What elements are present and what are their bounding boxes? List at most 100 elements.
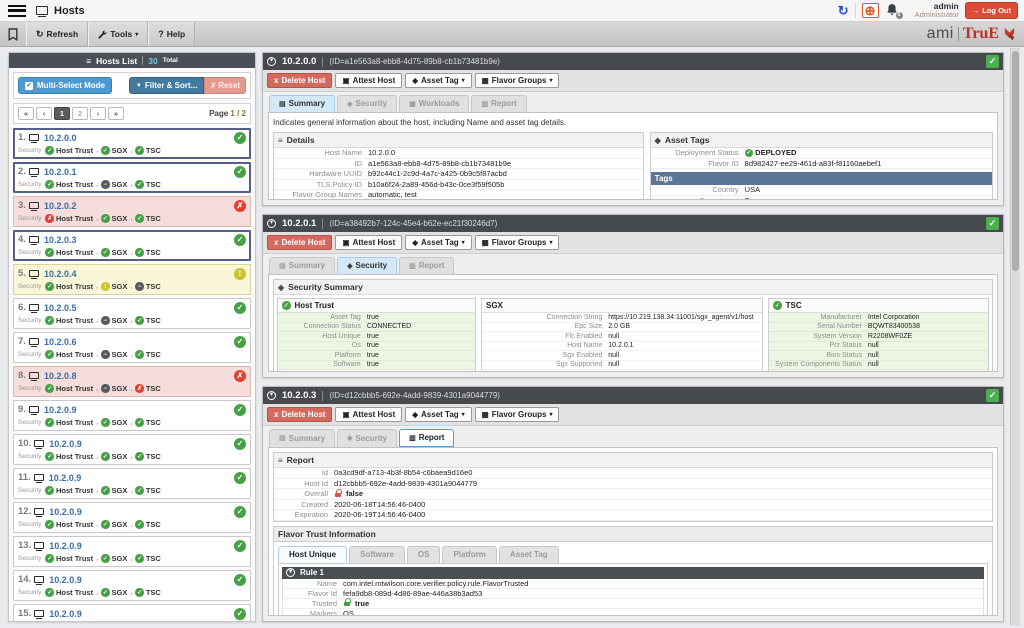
multi-select-mode-button[interactable]: ✓ Multi-Select Mode bbox=[18, 77, 112, 94]
scrollbar-track[interactable] bbox=[1010, 48, 1020, 626]
bookmark-icon[interactable] bbox=[0, 22, 26, 46]
delete-host-button[interactable]: x Delete Host bbox=[267, 235, 332, 250]
field-value: null bbox=[868, 361, 879, 368]
delete-host-button[interactable]: x Delete Host bbox=[267, 407, 332, 422]
host-ip[interactable]: 10.2.0.9 bbox=[49, 575, 82, 585]
scrollbar-thumb[interactable] bbox=[1012, 51, 1019, 271]
asset-tag-button[interactable]: ◆ Asset Tag ▾ bbox=[405, 73, 471, 88]
host-list-item[interactable]: 6.10.2.0.5✓Security✓Host Trust,−SGX,✓TSC bbox=[13, 298, 251, 329]
tools-button[interactable]: Tools ▾ bbox=[88, 22, 148, 46]
refresh-icon[interactable]: ↻ bbox=[836, 3, 856, 18]
refresh-button[interactable]: ↻ Refresh bbox=[26, 22, 88, 46]
field-row: Serial NumberBQWT83400538 bbox=[769, 323, 988, 333]
attest-host-button[interactable]: ▣ Attest Host bbox=[335, 235, 402, 250]
page-2-button[interactable]: 2 bbox=[72, 107, 88, 120]
sgx-label: SGX bbox=[112, 520, 128, 529]
flavor-groups-button[interactable]: ▦ Flavor Groups ▾ bbox=[475, 407, 560, 422]
filter-sort-button[interactable]: ▼ Filter & Sort... bbox=[129, 77, 204, 94]
host-ip[interactable]: 10.2.0.6 bbox=[44, 337, 77, 347]
user-info[interactable]: admin Administrator bbox=[915, 2, 959, 20]
menu-icon[interactable] bbox=[8, 5, 26, 17]
security-icon: ◈ bbox=[347, 262, 352, 270]
host-ip[interactable]: 10.2.0.9 bbox=[44, 405, 77, 415]
next-page-button[interactable]: › bbox=[90, 107, 106, 120]
first-page-button[interactable]: « bbox=[18, 107, 34, 120]
host-ip[interactable]: 10.2.0.9 bbox=[49, 541, 82, 551]
tab-summary[interactable]: ▤Summary bbox=[269, 257, 335, 274]
target-icon[interactable]: ⊕ bbox=[862, 3, 879, 18]
tab-security[interactable]: ◈Security bbox=[337, 429, 397, 447]
host-list-item[interactable]: 2.10.2.0.1✓Security✓Host Trust,−SGX,✓TSC bbox=[13, 162, 251, 193]
collapse-icon[interactable]: ▾ bbox=[267, 219, 276, 228]
host-monitor-icon bbox=[29, 168, 39, 175]
flavor-tab-platform[interactable]: Platform bbox=[442, 546, 496, 563]
separator: , bbox=[130, 283, 132, 290]
help-button[interactable]: ? Help bbox=[148, 22, 195, 46]
host-ip[interactable]: 10.2.0.9 bbox=[49, 507, 82, 517]
delete-host-button[interactable]: x Delete Host bbox=[267, 73, 332, 88]
host-ip[interactable]: 10.2.0.8 bbox=[44, 371, 77, 381]
attest-host-button[interactable]: ▣ Attest Host bbox=[335, 73, 402, 88]
host-ip[interactable]: 10.2.0.9 bbox=[49, 473, 82, 483]
host-list-item[interactable]: 15.10.2.0.9✓Security✓Host Trust,✓SGX,✓TS… bbox=[13, 604, 251, 621]
wrench-icon bbox=[98, 30, 107, 39]
tab-report[interactable]: ▥Report bbox=[399, 429, 454, 447]
notifications-icon[interactable]: 0 bbox=[885, 3, 901, 18]
host-status-badge: ✓ bbox=[234, 404, 246, 416]
prev-page-button[interactable]: ‹ bbox=[36, 107, 52, 120]
host-ip[interactable]: 10.2.0.4 bbox=[44, 269, 77, 279]
collapse-icon[interactable]: ▾ bbox=[267, 391, 276, 400]
flavor-tab-host-unique[interactable]: Host Unique bbox=[278, 546, 347, 563]
flavor-groups-button[interactable]: ▦ Flavor Groups ▾ bbox=[475, 73, 560, 88]
logout-button[interactable]: → Log Out bbox=[965, 2, 1018, 19]
field-value-text: null bbox=[868, 352, 879, 359]
host-list-item[interactable]: 7.10.2.0.6✓Security✓Host Trust,−SGX,✓TSC bbox=[13, 332, 251, 363]
field-label: Flavor ID bbox=[653, 159, 745, 168]
last-page-button[interactable]: » bbox=[108, 107, 124, 120]
tsc-label: TSC bbox=[146, 520, 161, 529]
host-list-item[interactable]: 11.10.2.0.9✓Security✓Host Trust,✓SGX,✓TS… bbox=[13, 468, 251, 499]
host-list-item[interactable]: 13.10.2.0.9✓Security✓Host Trust,✓SGX,✓TS… bbox=[13, 536, 251, 567]
rules-container: ▾ Rule 1 Namecom.intel.mtwilson.core.ver… bbox=[278, 563, 988, 617]
flavor-tab-os[interactable]: OS bbox=[407, 546, 441, 563]
host-ip[interactable]: 10.2.0.2 bbox=[44, 201, 77, 211]
tsc-label: TSC bbox=[146, 316, 161, 325]
host-number: 11. bbox=[18, 472, 31, 483]
tab-workloads[interactable]: ▦Workloads bbox=[399, 95, 469, 112]
header-divider bbox=[142, 56, 143, 65]
host-list-item[interactable]: 4.10.2.0.3✓Security✓Host Trust,✓SGX,✓TSC bbox=[13, 230, 251, 261]
tab-security[interactable]: ◈Security bbox=[337, 257, 397, 274]
brand-ami: ami bbox=[927, 25, 954, 43]
flavor-groups-button[interactable]: ▦ Flavor Groups ▾ bbox=[475, 235, 560, 250]
host-ip[interactable]: 10.2.0.5 bbox=[44, 303, 77, 313]
host-list-item[interactable]: 14.10.2.0.9✓Security✓Host Trust,✓SGX,✓TS… bbox=[13, 570, 251, 601]
flavor-tab-asset-tag[interactable]: Asset Tag bbox=[499, 546, 559, 563]
page-1-button[interactable]: 1 bbox=[54, 107, 70, 120]
host-ip[interactable]: 10.2.0.0 bbox=[44, 133, 77, 143]
host-ip[interactable]: 10.2.0.9 bbox=[49, 609, 82, 619]
host-list-item[interactable]: 5.10.2.0.4!Security✓Host Trust,!SGX,−TSC bbox=[13, 264, 251, 295]
tab-report[interactable]: ▥Report bbox=[471, 95, 526, 112]
rule-1-header[interactable]: ▾ Rule 1 bbox=[282, 567, 984, 579]
asset-tag-button[interactable]: ◆ Asset Tag ▾ bbox=[405, 235, 471, 250]
reset-button[interactable]: ✗ Reset bbox=[204, 77, 246, 94]
host-list-item[interactable]: 9.10.2.0.9✓Security✓Host Trust,✓SGX,✓TSC bbox=[13, 400, 251, 431]
host-list-item[interactable]: 10.10.2.0.9✓Security✓Host Trust,✓SGX,✓TS… bbox=[13, 434, 251, 465]
host-list-item[interactable]: 3.10.2.0.2✗Security✗Host Trust,✓SGX,✓TSC bbox=[13, 196, 251, 227]
tab-summary[interactable]: ▤Summary bbox=[269, 429, 335, 447]
host-ip[interactable]: 10.2.0.9 bbox=[49, 439, 82, 449]
collapse-icon[interactable]: ▾ bbox=[267, 57, 276, 66]
flavor-tab-software[interactable]: Software bbox=[349, 546, 405, 563]
brand-ribbon-icon bbox=[1003, 27, 1016, 41]
host-ip[interactable]: 10.2.0.1 bbox=[44, 167, 77, 177]
host-list-item[interactable]: 1.10.2.0.0✓Security✓Host Trust,✓SGX,✓TSC bbox=[13, 128, 251, 159]
tab-report[interactable]: ▥Report bbox=[399, 257, 454, 274]
host-list-item[interactable]: 8.10.2.0.8✗Security✓Host Trust,−SGX,✗TSC bbox=[13, 366, 251, 397]
host-number: 7. bbox=[18, 336, 26, 347]
attest-host-button[interactable]: ▣ Attest Host bbox=[335, 407, 402, 422]
tab-summary[interactable]: ▤Summary bbox=[269, 95, 335, 112]
asset-tag-button[interactable]: ◆ Asset Tag ▾ bbox=[405, 407, 471, 422]
host-list-item[interactable]: 12.10.2.0.9✓Security✓Host Trust,✓SGX,✓TS… bbox=[13, 502, 251, 533]
host-ip[interactable]: 10.2.0.3 bbox=[44, 235, 77, 245]
tab-security[interactable]: ◈Security bbox=[337, 95, 397, 112]
